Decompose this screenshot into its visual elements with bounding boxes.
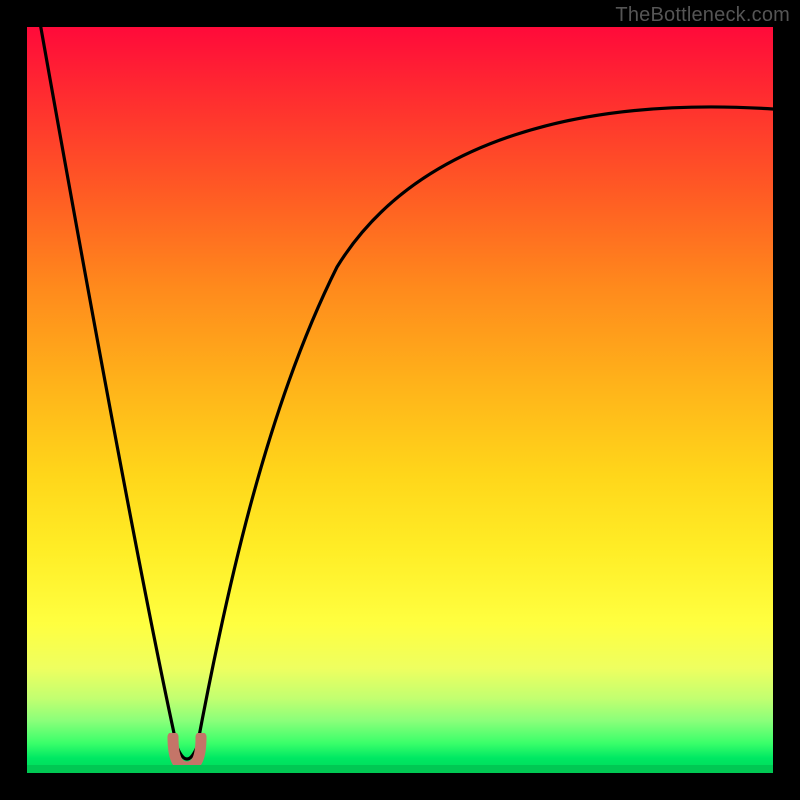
plot-frame <box>27 27 773 773</box>
baseline-green <box>27 765 773 773</box>
curve-left-branch <box>39 27 197 759</box>
watermark-text: TheBottleneck.com <box>615 4 790 27</box>
curve-right-branch <box>197 107 773 747</box>
bottleneck-curve <box>27 27 773 773</box>
highlight-nub-path <box>173 737 201 767</box>
